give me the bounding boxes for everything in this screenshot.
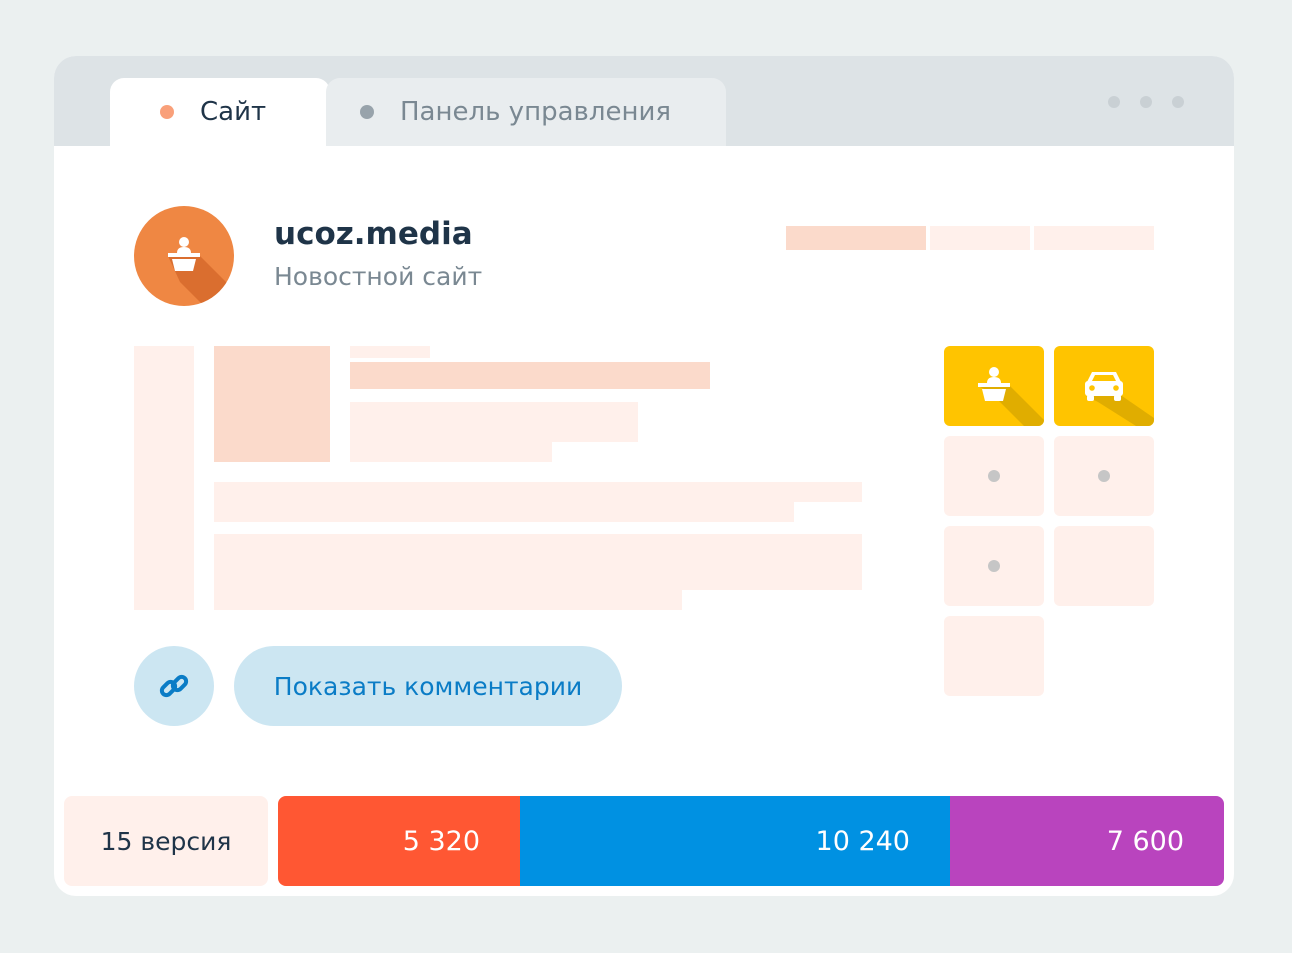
skeleton-sidebar [134, 346, 194, 610]
link-icon [159, 674, 189, 698]
tile-dot [988, 470, 1000, 482]
skeleton-bar [930, 226, 1030, 250]
tab-control-panel-label: Панель управления [400, 97, 671, 127]
tab-site[interactable]: Сайт [110, 78, 330, 146]
skeleton-bar [1034, 226, 1154, 250]
stat-segment-purple: 7 600 [950, 796, 1224, 886]
skeleton-line [350, 442, 552, 462]
browser-window: Сайт Панель управления ucoz.media Новост… [54, 56, 1234, 896]
tab-site-status-dot [160, 105, 174, 119]
site-name: ucoz.media [274, 216, 473, 252]
stat-value: 5 320 [402, 825, 480, 857]
stat-segment-blue: 10 240 [520, 796, 950, 886]
category-tile[interactable] [1054, 436, 1154, 516]
category-tile-news[interactable] [944, 346, 1044, 426]
copy-link-button[interactable] [134, 646, 214, 726]
category-tile[interactable] [1054, 526, 1154, 606]
tab-control-panel[interactable]: Панель управления [326, 78, 726, 146]
stat-segment-red: 5 320 [278, 796, 520, 886]
window-menu-button[interactable] [1108, 96, 1184, 108]
window-dot [1108, 96, 1120, 108]
skeleton-paragraph [214, 502, 794, 522]
podium-speaker-icon [168, 237, 234, 306]
skeleton-bar [786, 226, 926, 250]
skeleton-thumbnail [214, 346, 330, 462]
skeleton-paragraph [214, 590, 682, 610]
tile-dot [1098, 470, 1110, 482]
stat-value: 7 600 [1106, 825, 1184, 857]
stat-value: 10 240 [815, 825, 910, 857]
site-description: Новостной сайт [274, 262, 483, 291]
category-tile[interactable] [944, 436, 1044, 516]
car-icon [1085, 372, 1154, 426]
tab-site-label: Сайт [200, 97, 267, 127]
show-comments-button[interactable]: Показать комментарии [234, 646, 622, 726]
version-badge: 15 версия [64, 796, 268, 886]
category-tile-auto[interactable] [1054, 346, 1154, 426]
skeleton-line [350, 402, 638, 442]
category-tile[interactable] [944, 526, 1044, 606]
skeleton-line [350, 346, 430, 358]
category-tile[interactable] [944, 616, 1044, 696]
site-avatar [134, 206, 234, 306]
tab-control-panel-status-dot [360, 105, 374, 119]
window-dot [1172, 96, 1184, 108]
tab-bar: Сайт Панель управления [54, 56, 1234, 146]
skeleton-paragraph [214, 482, 862, 502]
skeleton-headline [350, 362, 710, 389]
tile-dot [988, 560, 1000, 572]
skeleton-paragraph [214, 534, 862, 590]
window-dot [1140, 96, 1152, 108]
podium-speaker-icon [978, 367, 1044, 426]
